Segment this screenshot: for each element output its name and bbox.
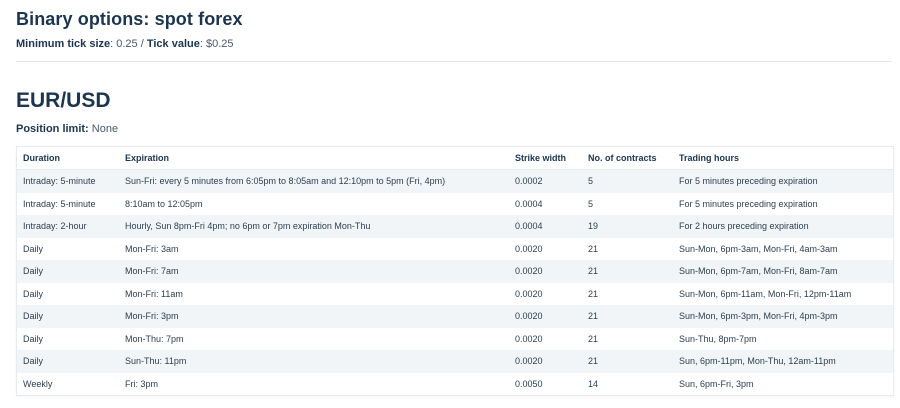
cell-duration: Daily: [17, 282, 119, 305]
cell-expiration: Mon-Fri: 3pm: [119, 305, 509, 328]
cell-trading-hours: For 2 hours preceding expiration: [673, 215, 893, 238]
cell-trading-hours: Sun-Mon, 6pm-7am, Mon-Fri, 8am-7am: [673, 260, 893, 283]
table-row: Weekly Fri: 3pm 0.0050 14 Sun, 6pm-Fri, …: [17, 372, 893, 395]
cell-trading-hours: Sun-Mon, 6pm-3pm, Mon-Fri, 4pm-3pm: [673, 305, 893, 328]
cell-trading-hours: Sun, 6pm-Fri, 3pm: [673, 372, 893, 395]
table-row: Daily Mon-Fri: 3am 0.0020 21 Sun-Mon, 6p…: [17, 237, 893, 260]
tick-value-value: : $0.25: [199, 38, 234, 50]
cell-trading-hours: Sun-Mon, 6pm-3am, Mon-Fri, 4am-3am: [673, 237, 893, 260]
table-row: Daily Mon-Thu: 7pm 0.0020 21 Sun-Thu, 8p…: [17, 327, 893, 350]
header-duration: Duration: [17, 147, 119, 170]
header-expiration: Expiration: [119, 147, 509, 170]
cell-strike-width: 0.0002: [509, 169, 582, 193]
table-header-row: Duration Expiration Strike width No. of …: [17, 147, 893, 170]
header-trading-hours: Trading hours: [673, 147, 893, 170]
header-strike-width: Strike width: [509, 147, 582, 170]
cell-contracts: 19: [582, 215, 673, 238]
cell-contracts: 21: [582, 305, 673, 328]
cell-duration: Daily: [17, 350, 119, 373]
cell-expiration: Mon-Fri: 11am: [119, 282, 509, 305]
cell-trading-hours: Sun, 6pm-11pm, Mon-Thu, 12am-11pm: [673, 350, 893, 373]
contracts-table: Duration Expiration Strike width No. of …: [17, 147, 893, 395]
section-title: Binary options: spot forex: [16, 9, 243, 29]
cell-expiration: Fri: 3pm: [119, 372, 509, 395]
cell-duration: Daily: [17, 260, 119, 283]
cell-expiration: Mon-Fri: 3am: [119, 237, 509, 260]
cell-expiration: Sun-Thu: 11pm: [119, 350, 509, 373]
cell-contracts: 5: [582, 169, 673, 193]
table-row: Daily Mon-Fri: 11am 0.0020 21 Sun-Mon, 6…: [17, 282, 893, 305]
tick-size-line: Minimum tick size: 0.25 / Tick value: $0…: [16, 38, 233, 50]
cell-duration: Intraday: 2-hour: [17, 215, 119, 238]
cell-strike-width: 0.0004: [509, 215, 582, 238]
table-row: Intraday: 5-minute Sun-Fri: every 5 minu…: [17, 169, 893, 193]
cell-strike-width: 0.0020: [509, 237, 582, 260]
cell-strike-width: 0.0020: [509, 260, 582, 283]
table-row: Daily Mon-Fri: 7am 0.0020 21 Sun-Mon, 6p…: [17, 260, 893, 283]
cell-contracts: 21: [582, 260, 673, 283]
cell-expiration: 8:10am to 12:05pm: [119, 192, 509, 215]
cell-strike-width: 0.0020: [509, 327, 582, 350]
cell-strike-width: 0.0020: [509, 282, 582, 305]
table-row: Daily Mon-Fri: 3pm 0.0020 21 Sun-Mon, 6p…: [17, 305, 893, 328]
pair-title: EUR/USD: [16, 89, 111, 112]
cell-contracts: 5: [582, 192, 673, 215]
cell-strike-width: 0.0050: [509, 372, 582, 395]
tick-value-label: Tick value: [146, 38, 200, 50]
cell-expiration: Hourly, Sun 8pm-Fri 4pm; no 6pm or 7pm e…: [119, 215, 509, 238]
cell-contracts: 21: [582, 237, 673, 260]
cell-contracts: 21: [582, 282, 673, 305]
header-no-of-contracts: No. of contracts: [582, 147, 673, 170]
table-row: Intraday: 2-hour Hourly, Sun 8pm-Fri 4pm…: [17, 215, 893, 238]
cell-strike-width: 0.0020: [509, 350, 582, 373]
cell-duration: Daily: [17, 305, 119, 328]
divider: [16, 61, 892, 62]
cell-duration: Intraday: 5-minute: [17, 192, 119, 215]
cell-expiration: Sun-Fri: every 5 minutes from 6:05pm to …: [119, 169, 509, 193]
position-limit-value: None: [88, 123, 119, 135]
cell-strike-width: 0.0004: [509, 192, 582, 215]
table-body: Intraday: 5-minute Sun-Fri: every 5 minu…: [17, 169, 893, 395]
cell-expiration: Mon-Thu: 7pm: [119, 327, 509, 350]
cell-expiration: Mon-Fri: 7am: [119, 260, 509, 283]
cell-strike-width: 0.0020: [509, 305, 582, 328]
min-tick-label: Minimum tick size: [16, 38, 111, 50]
page: Binary options: spot forex Minimum tick …: [0, 0, 900, 408]
cell-duration: Weekly: [17, 372, 119, 395]
cell-contracts: 21: [582, 327, 673, 350]
min-tick-value: : 0.25 /: [110, 38, 147, 50]
cell-duration: Daily: [17, 237, 119, 260]
cell-trading-hours: For 5 minutes preceding expiration: [673, 169, 893, 193]
cell-trading-hours: Sun-Thu, 8pm-7pm: [673, 327, 893, 350]
position-limit-label: Position limit:: [16, 123, 89, 135]
table-row: Intraday: 5-minute 8:10am to 12:05pm 0.0…: [17, 192, 893, 215]
cell-duration: Intraday: 5-minute: [17, 169, 119, 193]
cell-duration: Daily: [17, 327, 119, 350]
cell-trading-hours: Sun-Mon, 6pm-11am, Mon-Fri, 12pm-11am: [673, 282, 893, 305]
cell-contracts: 21: [582, 350, 673, 373]
position-limit-line: Position limit: None: [16, 123, 118, 135]
cell-contracts: 14: [582, 372, 673, 395]
cell-trading-hours: For 5 minutes preceding expiration: [673, 192, 893, 215]
contracts-table-wrapper: Duration Expiration Strike width No. of …: [16, 146, 894, 396]
table-row: Daily Sun-Thu: 11pm 0.0020 21 Sun, 6pm-1…: [17, 350, 893, 373]
